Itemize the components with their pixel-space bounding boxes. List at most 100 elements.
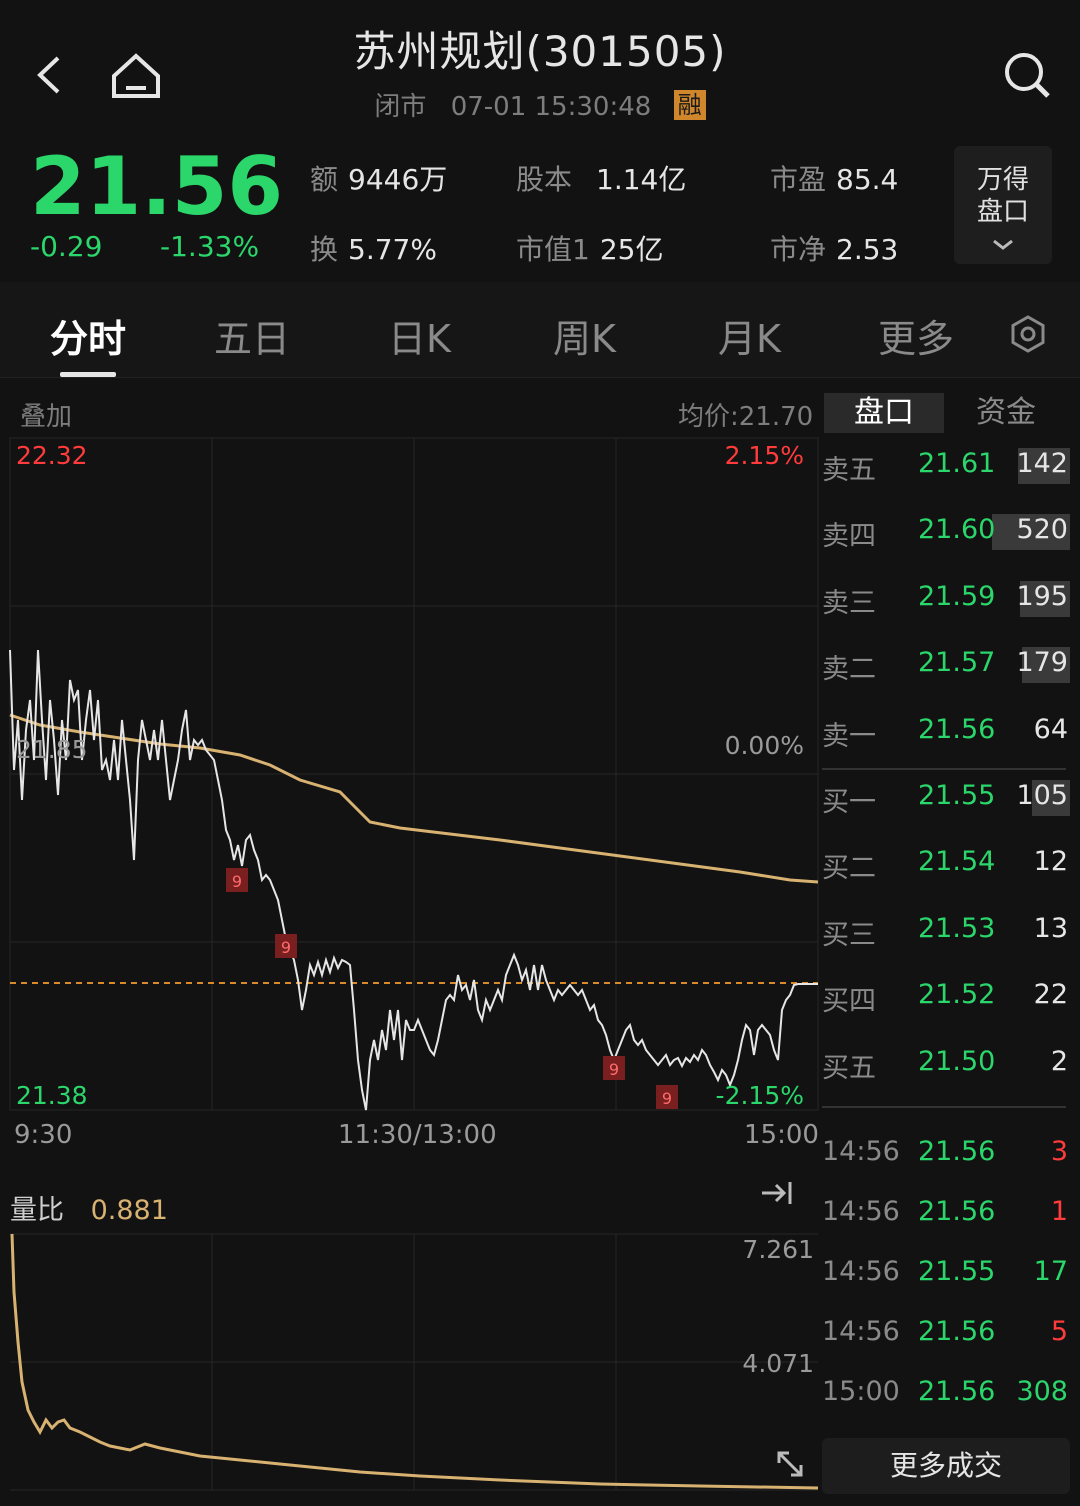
more-trades-button[interactable]: 更多成交 [822, 1438, 1070, 1494]
level-price: 21.53 [918, 912, 996, 944]
y-low-pct-label: -2.15% [716, 1081, 804, 1110]
order-book-row[interactable]: 卖四 21.60 520 [822, 514, 1070, 554]
order-book-row[interactable]: 卖五 21.61 142 [822, 448, 1070, 488]
level-price: 21.50 [918, 1045, 996, 1077]
trade-volume: 5 [1050, 1316, 1068, 1347]
level-name: 买三 [822, 919, 876, 951]
tab-daily-k[interactable]: 日K [388, 308, 451, 363]
level-name: 买四 [822, 986, 876, 1018]
price-change-pct: -1.33% [160, 230, 260, 263]
trade-price: 21.56 [918, 1136, 996, 1167]
trade-time: 14:56 [822, 1256, 900, 1287]
price-change: -0.29 [30, 230, 103, 263]
vol-y-top-label: 7.261 [742, 1235, 814, 1264]
level-name: 买二 [822, 853, 876, 885]
expand-icon [777, 1451, 803, 1477]
order-book-divider [822, 768, 1066, 770]
tab-intraday[interactable]: 分时 [50, 308, 126, 363]
order-book-row[interactable]: 买四 21.52 22 [822, 979, 1070, 1019]
level-price: 21.55 [918, 780, 996, 811]
avg-price-label: 均价:21.70 [678, 402, 814, 432]
wande-label-2: 盘口 [976, 197, 1029, 227]
trade-time: 14:56 [822, 1316, 900, 1347]
trade-volume: 1 [1050, 1196, 1068, 1227]
trade-row: 14:56 21.55 17 [822, 1256, 1070, 1296]
level-name: 买一 [822, 787, 876, 818]
order-book-row[interactable]: 买三 21.53 13 [822, 913, 1070, 953]
stat-amount: 额 9446万 [310, 163, 448, 196]
level-name: 卖五 [822, 455, 876, 486]
intraday-chart[interactable]: 9 9 9 9 22.32 2.15% 21.85 0.00% 21.38 -2.15… [0, 436, 822, 1112]
search-button[interactable] [1000, 48, 1056, 104]
stat-pe: 市盈 85.4 [770, 163, 899, 196]
trade-volume: 17 [1033, 1256, 1068, 1287]
order-book-row[interactable]: 买一 21.55 105 [822, 780, 1070, 820]
tab-active-indicator [60, 372, 116, 377]
jump-to-end-button[interactable] [758, 1176, 796, 1210]
chart-settings-button[interactable] [1008, 314, 1048, 354]
trade-time: 14:56 [822, 1196, 900, 1227]
signal-markers: 9 9 9 9 [226, 868, 678, 1109]
fullscreen-button[interactable] [774, 1448, 806, 1480]
trade-row: 15:00 21.56 308 [822, 1376, 1070, 1416]
trade-time: 14:56 [822, 1136, 900, 1167]
level-price: 21.57 [918, 647, 996, 679]
tab-more[interactable]: 更多 [878, 308, 954, 363]
trade-time: 15:00 [822, 1376, 900, 1407]
volume-ratio-chart[interactable]: 7.261 4.071 [0, 1232, 822, 1494]
y-high-pct-label: 2.15% [725, 441, 804, 470]
tab-five-day[interactable]: 五日 [214, 308, 290, 363]
vol-y-mid-label: 4.071 [742, 1349, 814, 1378]
jump-end-icon [762, 1182, 792, 1204]
signal-marker: 9 [603, 1056, 625, 1080]
svg-text:9: 9 [609, 1060, 619, 1079]
volume-ratio-header[interactable]: 量比 0.881 [10, 1188, 168, 1227]
trade-price: 21.56 [918, 1376, 996, 1407]
level-price: 21.60 [918, 514, 996, 546]
level-volume: 179 [1016, 647, 1068, 679]
order-book-row[interactable]: 卖二 21.57 179 [822, 647, 1070, 687]
level-name: 卖一 [822, 720, 876, 752]
status-datetime: 07-01 15:30:48 [450, 92, 652, 122]
tab-order-book[interactable]: 盘口 [824, 393, 944, 433]
tab-capital-flow[interactable]: 资金 [946, 393, 1066, 433]
stat-pb: 市净 2.53 [770, 233, 899, 266]
trade-row: 14:56 21.56 5 [822, 1316, 1070, 1356]
wande-orderbook-button[interactable]: 万得 盘口 [954, 146, 1052, 264]
page-title: 苏州规划(301505) [353, 27, 727, 76]
level-volume: 520 [1016, 514, 1068, 546]
svg-text:9: 9 [281, 938, 291, 957]
settings-icon [1011, 315, 1045, 353]
y-mid-label: 21.85 [16, 735, 88, 764]
y-low-label: 21.38 [16, 1081, 88, 1110]
trade-row: 14:56 21.56 1 [822, 1196, 1070, 1236]
trade-volume: 3 [1050, 1136, 1068, 1167]
svg-text:9: 9 [662, 1089, 672, 1108]
svg-text:9: 9 [232, 872, 242, 891]
y-high-label: 22.32 [16, 441, 88, 470]
level-volume: 142 [1016, 448, 1068, 479]
chart-gridlines [9, 437, 819, 1111]
volume-ratio-value: 0.881 [90, 1195, 168, 1226]
tab-weekly-k[interactable]: 周K [553, 308, 616, 363]
level-name: 买五 [822, 1052, 876, 1084]
order-book-row[interactable]: 买二 21.54 12 [822, 846, 1070, 886]
overlay-button[interactable]: 叠加 [20, 396, 72, 433]
volume-ratio-line [10, 1233, 819, 1490]
trades-divider [822, 1106, 1066, 1108]
x-end-label: 15:00 [744, 1120, 819, 1150]
search-icon [1005, 53, 1050, 98]
x-start-label: 9:30 [14, 1120, 73, 1150]
margin-badge: 融 [673, 90, 706, 120]
x-mid-label: 11:30/13:00 [338, 1120, 497, 1150]
y-mid-pct-label: 0.00% [725, 731, 804, 760]
trade-price: 21.56 [918, 1316, 996, 1347]
order-book-row[interactable]: 卖一 21.56 64 [822, 714, 1070, 754]
volume-ratio-label: 量比 [10, 1195, 64, 1226]
level-name: 卖三 [822, 587, 876, 619]
level-name: 卖二 [822, 654, 876, 686]
order-book-row[interactable]: 卖三 21.59 195 [822, 580, 1070, 621]
stat-market-cap: 市值1 25亿 [516, 233, 664, 266]
order-book-row[interactable]: 买五 21.50 2 [822, 1046, 1070, 1086]
tab-monthly-k[interactable]: 月K [718, 308, 781, 363]
